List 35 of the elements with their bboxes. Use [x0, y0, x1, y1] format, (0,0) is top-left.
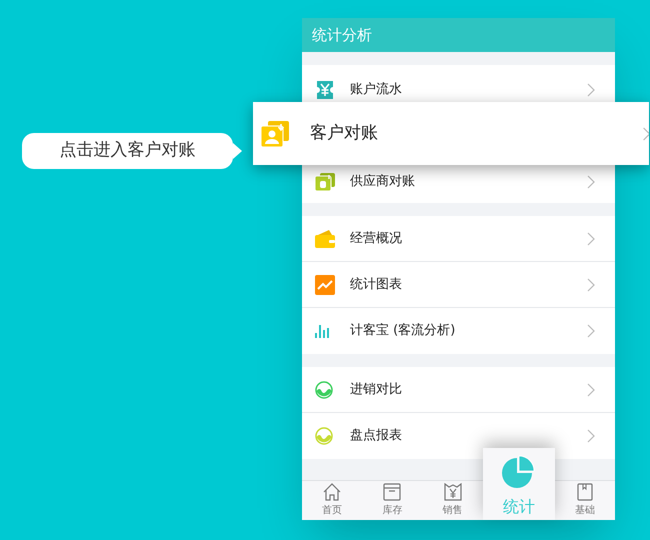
line-chart-icon [315, 274, 335, 294]
chevron-right-icon [587, 278, 595, 292]
bar-chart-icon [315, 324, 329, 338]
chevron-right-icon [587, 232, 595, 246]
menu-row[interactable]: 经营概况 [302, 216, 615, 262]
chevron-right-icon [587, 175, 595, 189]
chevron-right-icon [587, 83, 595, 97]
header-title: 统计分析 [312, 24, 372, 46]
menu-row[interactable]: 计客宝 (客流分析) [302, 308, 615, 354]
menu-row[interactable]: 统计图表 [302, 262, 615, 308]
contact-card-icon [261, 120, 289, 146]
tab[interactable]: 销售 [422, 480, 483, 520]
callout-pointer [233, 143, 242, 159]
tab[interactable]: 首页 [302, 480, 362, 520]
callout-bubble: 点击进入客户对账 [22, 133, 233, 169]
tab[interactable]: 基础 [554, 480, 615, 520]
chevron-right-icon [587, 324, 595, 338]
box-icon [383, 482, 402, 500]
pie-chart-icon [500, 455, 537, 491]
chevron-right-icon [587, 429, 595, 443]
chevron-right-icon [587, 382, 595, 396]
menu-row[interactable]: 供应商对账 [302, 165, 615, 203]
menu-row[interactable]: 客户对账 [253, 102, 649, 165]
yen-ticket-icon [315, 80, 335, 100]
wallet-icon [315, 230, 335, 248]
menu-row[interactable]: 账户流水 [302, 65, 615, 102]
supplier-card-icon [315, 173, 335, 191]
tab[interactable]: 库存 [362, 480, 422, 520]
home-icon [323, 482, 342, 500]
wave-circle-icon [315, 427, 333, 445]
chevron-right-icon [643, 126, 649, 140]
book-icon [576, 482, 593, 500]
wave-circle-icon [315, 380, 333, 398]
yen-bag-icon [444, 482, 462, 500]
menu-row[interactable]: 进销对比 [302, 367, 615, 413]
